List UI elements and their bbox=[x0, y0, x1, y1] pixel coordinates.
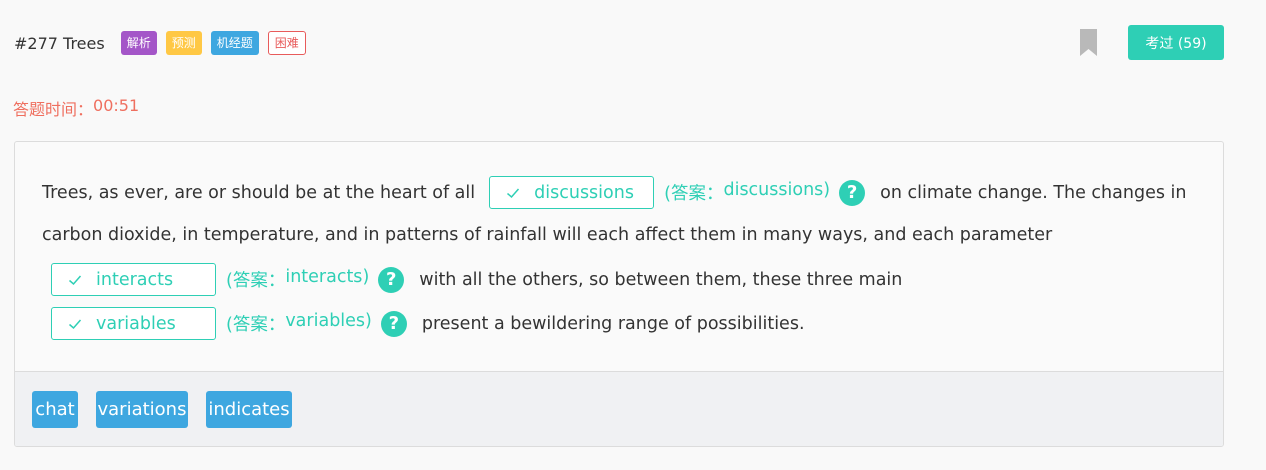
passage-text: with all the others, so between them, th… bbox=[419, 269, 903, 290]
timer-label: 答题时间： bbox=[13, 100, 94, 119]
word-chip-chat[interactable]: chat bbox=[32, 391, 78, 428]
help-icon[interactable]: ? bbox=[380, 310, 407, 337]
word-chip-variations[interactable]: variations bbox=[96, 391, 188, 428]
passage-line-1: Trees, as ever, are or should be at the … bbox=[42, 176, 1186, 209]
help-icon[interactable]: ? bbox=[378, 266, 405, 293]
blank-3-answer: (答案： variables) bbox=[226, 311, 372, 335]
question-header: #277 Trees 解析 预测 机经题 困难 bbox=[14, 30, 315, 56]
blank-2-value: interacts bbox=[96, 269, 174, 290]
blank-1-input[interactable]: discussions bbox=[489, 176, 655, 209]
passage-text: present a bewildering range of possibili… bbox=[421, 313, 805, 334]
blank-2-input[interactable]: interacts bbox=[51, 263, 216, 296]
tag-prediction[interactable]: 预测 bbox=[165, 31, 202, 55]
blank-3-value: variables bbox=[96, 313, 176, 334]
blank-2-answer: (答案： interacts) bbox=[226, 267, 370, 291]
tag-exam-question[interactable]: 机经题 bbox=[210, 31, 259, 55]
blank-1-value: discussions bbox=[534, 182, 634, 203]
answer-timer: 答题时间： 00:51 bbox=[13, 96, 139, 120]
check-icon bbox=[69, 319, 82, 329]
word-chip-indicates[interactable]: indicates bbox=[206, 391, 292, 428]
timer-value: 00:51 bbox=[93, 96, 140, 115]
tag-analysis[interactable]: 解析 bbox=[120, 31, 157, 55]
question-title: #277 Trees bbox=[14, 33, 105, 53]
passage-line-4: variables (答案： variables) ? present a bew… bbox=[51, 307, 805, 340]
question-card: Trees, as ever, are or should be at the … bbox=[14, 141, 1224, 447]
help-icon[interactable]: ? bbox=[839, 179, 866, 206]
tag-difficulty: 困难 bbox=[267, 31, 306, 55]
bookmark-icon[interactable] bbox=[1080, 29, 1097, 56]
passage-text: Trees, as ever, are or should be at the … bbox=[42, 182, 476, 203]
blank-3-input[interactable]: variables bbox=[51, 307, 216, 340]
check-icon bbox=[69, 275, 82, 285]
passage-text: on climate change. The changes in bbox=[880, 182, 1187, 203]
passage-line-2: carbon dioxide, in temperature, and in p… bbox=[42, 225, 1052, 245]
passage-line-3: interacts (答案： interacts) ? with all the … bbox=[51, 263, 902, 296]
word-bank: chat variations indicates bbox=[15, 371, 1223, 446]
blank-1-answer: (答案： discussions) bbox=[664, 180, 831, 204]
passage-text: carbon dioxide, in temperature, and in p… bbox=[42, 225, 1053, 245]
exam-passed-button[interactable]: 考过 (59) bbox=[1128, 25, 1224, 60]
check-icon bbox=[507, 188, 520, 198]
passage: Trees, as ever, are or should be at the … bbox=[15, 142, 1223, 372]
